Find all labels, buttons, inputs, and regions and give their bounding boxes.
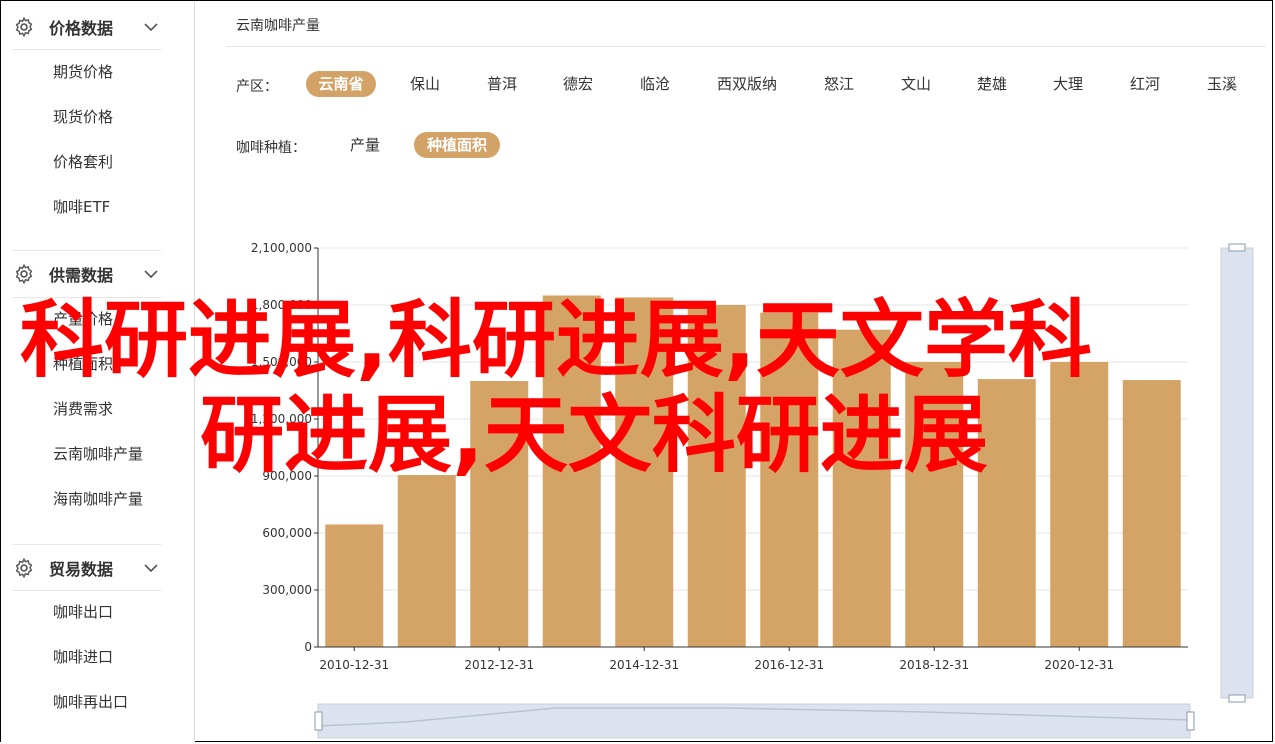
type-chip-output[interactable]: 产量 [335, 132, 395, 158]
vertical-zoom-handle-top [1228, 243, 1246, 252]
bar [1050, 362, 1109, 647]
y-tick-label: 600,000 [262, 526, 312, 540]
type-chip-planting-area[interactable]: 种植面积 [414, 132, 500, 158]
region-chip-yunnan[interactable]: 云南省 [306, 71, 376, 97]
region-chip-dali[interactable]: 大理 [1038, 71, 1098, 97]
x-tick-label: 2010-12-31 [319, 658, 389, 672]
chevron-down-icon[interactable] [143, 19, 159, 35]
type-filter-label: 咖啡种植： [236, 140, 306, 156]
region-chip-lincang[interactable]: 临沧 [625, 71, 685, 97]
sidebar-item-consumption[interactable]: 消费需求 [53, 398, 113, 420]
watermark-line-2: 研进展,天文科研进展 [200, 386, 988, 484]
sidebar-item-import[interactable]: 咖啡进口 [53, 646, 113, 668]
region-chip-chuxiong[interactable]: 楚雄 [962, 71, 1022, 97]
sidebar-item-futures-price[interactable]: 期货价格 [53, 61, 113, 83]
section-title: 供需数据 [49, 266, 114, 285]
gear-icon [15, 263, 33, 285]
divider [13, 49, 161, 50]
sidebar-item-coffee-etf[interactable]: 咖啡ETF [53, 196, 110, 218]
horizontal-zoom-handle-right [1186, 711, 1195, 731]
section-header-trade[interactable]: 贸易数据 [13, 545, 163, 591]
y-tick-label: 0 [304, 640, 312, 654]
chevron-down-icon[interactable] [143, 560, 159, 576]
region-chip-dehong[interactable]: 德宏 [548, 71, 608, 97]
chevron-down-icon[interactable] [143, 266, 159, 282]
sidebar-item-hainan-output[interactable]: 海南咖啡产量 [53, 488, 143, 510]
region-filter-label: 产区： [236, 79, 278, 95]
section-title: 价格数据 [49, 19, 114, 38]
sidebar-item-spot-price[interactable]: 现货价格 [53, 106, 113, 128]
region-chip-wenshan[interactable]: 文山 [886, 71, 946, 97]
watermark-line-1: 科研进展,科研进展,天文学科 [20, 291, 1092, 389]
bar [397, 475, 456, 647]
divider [13, 590, 161, 591]
region-chip-xishuangbanna[interactable]: 西双版纳 [707, 71, 787, 97]
region-chip-baoshan[interactable]: 保山 [395, 71, 455, 97]
x-tick-label: 2014-12-31 [609, 658, 679, 672]
x-tick-label: 2016-12-31 [754, 658, 824, 672]
gear-icon [15, 16, 33, 38]
horizontal-zoom-handle-left [314, 711, 323, 731]
section-header-price[interactable]: 价格数据 [13, 4, 163, 50]
vertical-zoom-handle-bottom [1228, 694, 1246, 703]
vertical-zoom-slider [1220, 247, 1254, 699]
gear-icon [15, 557, 33, 579]
bar [325, 524, 384, 647]
region-chip-nujiang[interactable]: 怒江 [809, 71, 869, 97]
divider [226, 46, 1266, 47]
region-chip-honghe[interactable]: 红河 [1115, 71, 1175, 97]
x-tick-label: 2012-12-31 [464, 658, 534, 672]
region-chip-puer[interactable]: 普洱 [472, 71, 532, 97]
sidebar-item-re-export[interactable]: 咖啡再出口 [53, 691, 128, 713]
region-chip-yuxi[interactable]: 玉溪 [1192, 71, 1252, 97]
x-tick-label: 2020-12-31 [1044, 658, 1114, 672]
bar [1122, 380, 1181, 647]
page-title: 云南咖啡产量 [236, 18, 320, 34]
section-title: 贸易数据 [49, 560, 114, 579]
sidebar-item-arbitrage[interactable]: 价格套利 [53, 151, 113, 173]
y-tick-label: 300,000 [262, 583, 312, 597]
x-tick-label: 2018-12-31 [899, 658, 969, 672]
y-tick-label: 2,100,000 [251, 241, 312, 255]
sidebar-item-yunnan-output[interactable]: 云南咖啡产量 [53, 443, 143, 465]
sidebar-item-export[interactable]: 咖啡出口 [53, 601, 113, 623]
